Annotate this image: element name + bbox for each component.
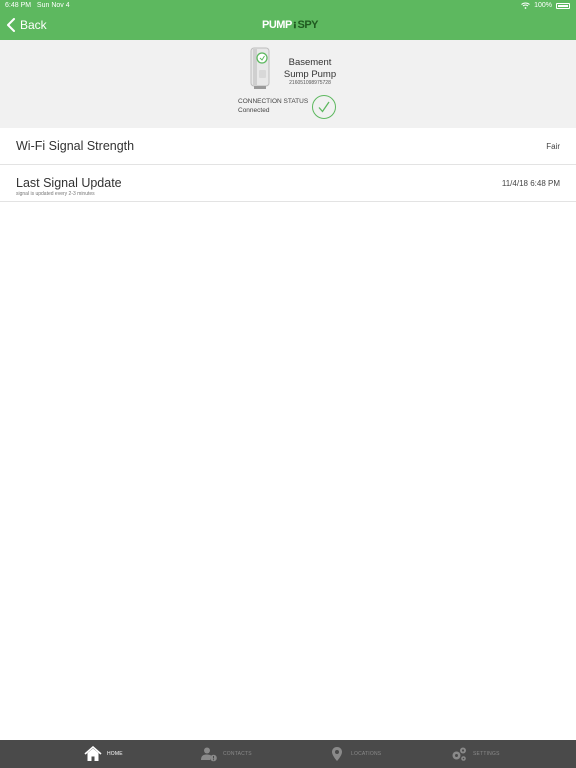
- tab-settings[interactable]: SETTINGS: [450, 740, 500, 768]
- location-pin-icon: [332, 747, 342, 761]
- tab-label: SETTINGS: [473, 751, 500, 757]
- home-icon: [84, 746, 102, 761]
- battery-percent: 100%: [534, 2, 552, 9]
- status-indicators: 100%: [521, 2, 570, 9]
- pump-outlet-device-image: [250, 47, 270, 89]
- tab-label: LOCATIONS: [351, 751, 382, 757]
- status-time: 6:48 PM Sun Nov 4: [5, 2, 70, 9]
- tab-label: HOME: [107, 751, 123, 757]
- tab-contacts[interactable]: CONTACTS: [200, 740, 252, 768]
- logo-figure-icon: [293, 21, 296, 29]
- contacts-icon: [201, 747, 217, 762]
- list-item-last-signal-update: Last Signal Update signal is updated eve…: [0, 165, 576, 202]
- row-title: Wi-Fi Signal Strength: [16, 139, 135, 153]
- logo-text-spy: SPY: [297, 19, 318, 31]
- connection-status-value: Connected: [238, 107, 270, 114]
- connection-status-label: CONNECTION STATUS: [238, 98, 309, 105]
- device-name: Basement Sump Pump: [280, 57, 340, 81]
- tab-home[interactable]: HOME: [84, 740, 123, 768]
- row-subtitle: signal is updated every 2-3 minutes: [16, 191, 95, 197]
- tab-locations[interactable]: LOCATIONS: [328, 740, 381, 768]
- app-header: 6:48 PM Sun Nov 4 100% Back PUMP SPY: [0, 0, 576, 40]
- chevron-left-icon: [7, 18, 15, 32]
- tab-label: CONTACTS: [223, 751, 252, 757]
- battery-icon: [556, 2, 570, 9]
- bottom-tab-bar: HOME CONTACTS LOCATIONS SETTINGS: [0, 740, 576, 768]
- back-label: Back: [20, 18, 47, 32]
- device-summary: Basement Sump Pump 216051098975728 CONNE…: [0, 40, 576, 128]
- device-serial: 216051098975728: [289, 80, 331, 86]
- list-item-wifi-signal: Wi-Fi Signal Strength Fair: [0, 128, 576, 165]
- device-name-line1: Basement: [288, 57, 332, 68]
- check-circle-icon: [312, 95, 336, 119]
- pumpspy-logo: PUMP SPY: [262, 15, 318, 35]
- back-button[interactable]: Back: [6, 18, 47, 32]
- row-value: Fair: [546, 142, 560, 151]
- logo-text-pump: PUMP: [262, 19, 292, 31]
- row-value: 11/4/18 6:48 PM: [501, 179, 560, 188]
- row-title: Last Signal Update: [16, 176, 122, 190]
- gears-icon: [452, 747, 466, 761]
- wifi-icon: [521, 2, 530, 9]
- status-bar: 6:48 PM Sun Nov 4 100%: [0, 0, 576, 12]
